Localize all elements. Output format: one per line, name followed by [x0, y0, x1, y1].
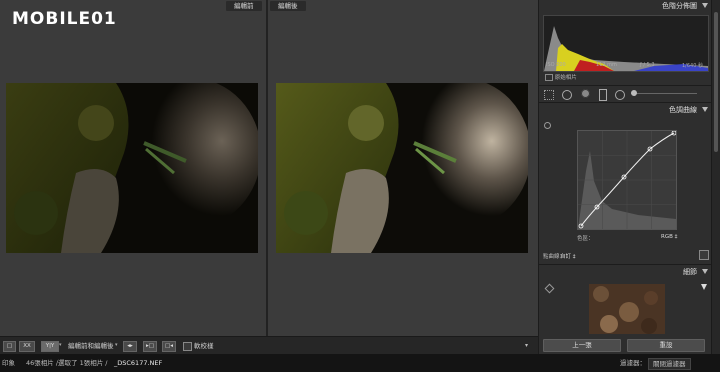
brand-logo-text: MOBILE01	[12, 9, 117, 29]
grid-view-button[interactable]: XX	[19, 341, 35, 352]
region-label: 色區：	[577, 236, 594, 242]
loupe-view-button[interactable]: □	[3, 341, 16, 352]
focal-value: 112 mm	[596, 62, 617, 68]
tone-curve-header[interactable]: 色調曲線	[539, 104, 711, 116]
histogram-header[interactable]: 色階分佈圖	[539, 0, 711, 12]
histogram-panel: 色階分佈圖 ISO 200 112 mm ƒ / 5.3 1/640 秒 原始相…	[539, 0, 711, 84]
right-panel-scrollbar[interactable]	[711, 0, 720, 354]
collapse-icon	[702, 269, 708, 274]
compare-mode-arrow[interactable]: ▾	[115, 342, 118, 348]
iso-value: ISO 200	[546, 62, 566, 68]
aperture-value: ƒ / 5.3	[640, 62, 655, 68]
collapse-icon	[702, 3, 708, 8]
after-photo-image	[276, 83, 528, 253]
red-eye-icon[interactable]	[581, 89, 590, 98]
before-photo[interactable]	[6, 83, 258, 253]
filename[interactable]: _DSC6177.NEF	[114, 354, 162, 372]
filter-select[interactable]: 關閉過濾器	[648, 358, 691, 370]
tone-curve-title: 色調曲線	[669, 106, 697, 114]
histogram-graph[interactable]: ISO 200 112 mm ƒ / 5.3 1/640 秒	[543, 15, 709, 72]
previous-button[interactable]: 上一張	[543, 339, 621, 352]
compare-stage: MOBILE01 編輯前 編輯後	[0, 0, 538, 336]
filter-label: 過濾器：	[620, 359, 646, 367]
spot-removal-icon[interactable]	[562, 90, 572, 100]
copy-after-button[interactable]: □◂	[162, 341, 176, 352]
before-label: 編輯前	[226, 1, 262, 11]
swap-left-button[interactable]: ◂▸	[123, 341, 137, 352]
histogram-title: 色階分佈圖	[662, 2, 697, 10]
brand-logo: MOBILE01	[12, 8, 117, 30]
status-bar: 印象 46張相片 /選取了 1張相片 / _DSC6177.NEF 過濾器： 關…	[0, 354, 720, 372]
tone-curve-image	[578, 130, 677, 229]
compare-dropdown-arrow[interactable]: ▾	[59, 342, 62, 348]
divider	[539, 102, 711, 103]
divider	[539, 85, 711, 86]
scrollbar-thumb[interactable]	[714, 12, 718, 152]
source-label[interactable]: 印象	[2, 354, 15, 372]
point-curve-select[interactable]: 自訂 ‡	[560, 252, 576, 260]
compare-view-button[interactable]: Y|Y	[41, 341, 59, 352]
photo-count: 46張相片 /選取了 1張相片 /	[26, 359, 108, 367]
brush-slider-track[interactable]	[631, 93, 697, 94]
original-photo-label: 原始相片	[554, 75, 577, 81]
reset-button[interactable]: 重設	[627, 339, 705, 352]
detail-preview-image	[589, 284, 665, 334]
develop-right-panel: 色階分佈圖 ISO 200 112 mm ƒ / 5.3 1/640 秒 原始相…	[538, 0, 720, 354]
compare-toolbar: □ XX Y|Y ▾ 編輯前和編輯後 ▾ ◂▸ ▸□ □◂ 軟校樣 ▾	[0, 336, 538, 355]
collapse-icon	[702, 107, 708, 112]
original-photo-toggle[interactable]: 原始相片	[545, 73, 577, 81]
before-pane: MOBILE01 編輯前	[0, 0, 266, 336]
tool-strip	[539, 87, 711, 101]
shutter-value: 1/640 秒	[682, 63, 703, 69]
target-adjust-icon[interactable]	[544, 122, 551, 129]
crop-tool-icon[interactable]	[544, 90, 554, 100]
after-photo[interactable]	[276, 83, 528, 253]
after-pane: 編輯後	[268, 0, 538, 336]
compare-mode-label: 編輯前和編輯後	[68, 342, 114, 350]
detail-preview[interactable]	[589, 284, 665, 334]
channel-select[interactable]: RGB ‡	[661, 234, 677, 240]
tone-curve-graph[interactable]	[577, 130, 677, 230]
detail-target-icon[interactable]	[544, 283, 555, 294]
detail-title: 細節	[683, 268, 697, 276]
brush-slider-thumb[interactable]	[631, 90, 637, 96]
soft-proof-label: 軟校樣	[194, 342, 214, 350]
edit-curve-icon[interactable]	[699, 250, 709, 260]
divider	[539, 264, 711, 265]
toolbar-menu-arrow[interactable]: ▾	[525, 342, 528, 349]
copy-before-button[interactable]: ▸□	[143, 341, 157, 352]
detail-header[interactable]: 細節	[539, 266, 711, 278]
detail-toggle-icon[interactable]	[701, 284, 707, 290]
after-label: 編輯後	[270, 1, 306, 11]
soft-proof-checkbox[interactable]	[183, 342, 192, 351]
before-photo-image	[6, 83, 258, 253]
detail-panel: 細節	[539, 266, 711, 336]
radial-filter-icon[interactable]	[615, 90, 625, 100]
graduated-filter-icon[interactable]	[599, 89, 607, 101]
tone-curve-panel: 色調曲線 色區： RGB ‡ 點曲線： 自訂 ‡	[539, 104, 711, 264]
photo-icon	[545, 74, 553, 81]
